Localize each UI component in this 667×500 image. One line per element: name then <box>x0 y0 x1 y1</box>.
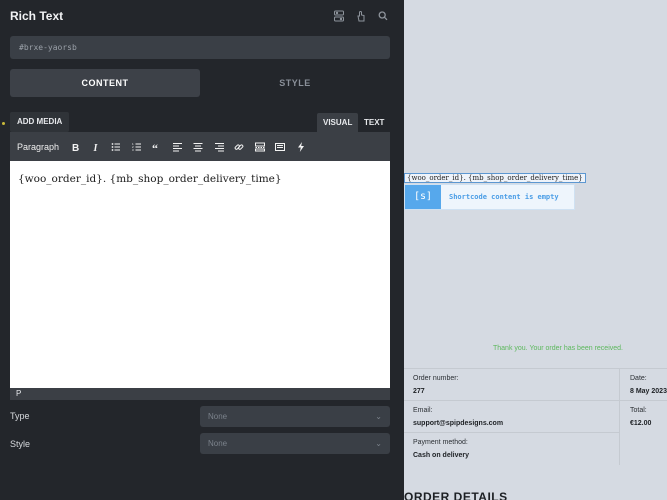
tab-content[interactable]: CONTENT <box>10 69 200 97</box>
svg-text:3: 3 <box>132 148 134 152</box>
shortcode-icon: [s] <box>405 185 441 209</box>
italic-icon[interactable]: I <box>86 138 107 156</box>
order-number-value: 277 <box>413 388 425 395</box>
divider <box>404 400 667 401</box>
order-date-value: 8 May 2023 <box>630 388 667 395</box>
chevron-down-icon: ⌄ <box>375 439 382 448</box>
tab-style[interactable]: STYLE <box>200 69 390 97</box>
panel-title: Rich Text <box>10 9 64 23</box>
style-label: Style <box>10 439 31 449</box>
bold-icon[interactable]: B <box>65 138 86 156</box>
blockquote-icon[interactable]: “ <box>147 138 168 156</box>
toolbar-toggle-icon[interactable] <box>270 138 291 156</box>
order-email-label: Email: <box>413 407 433 414</box>
order-total: Total: €12.00 <box>630 407 651 427</box>
order-overview: Order number: 277 Date: 8 May 2023 Email… <box>404 368 667 465</box>
chevron-down-icon: ⌄ <box>375 412 382 421</box>
type-select[interactable]: None ⌄ <box>200 406 390 427</box>
read-more-icon[interactable] <box>250 138 271 156</box>
order-email: Email: support@spipdesigns.com <box>413 407 503 427</box>
rich-text-editor[interactable]: {woo_order_id}. {mb_shop_order_delivery_… <box>10 161 390 388</box>
type-select-value: None <box>208 412 228 421</box>
hand-pointer-icon[interactable] <box>356 9 366 22</box>
panel-header-icons <box>334 9 388 22</box>
unsaved-indicator-dot <box>2 122 5 125</box>
svg-text:B: B <box>72 143 79 152</box>
order-email-value: support@spipdesigns.com <box>413 420 504 427</box>
search-icon[interactable] <box>378 9 388 21</box>
align-left-icon[interactable] <box>168 138 189 156</box>
divider <box>619 368 620 465</box>
builder-panel: Rich Text #brxe-yaorsb CONTENT STYLE ADD… <box>0 0 404 500</box>
shortcode-message: Shortcode content is empty <box>449 193 559 201</box>
style-select[interactable]: None ⌄ <box>200 433 390 454</box>
link-icon[interactable] <box>229 138 250 156</box>
align-right-icon[interactable] <box>209 138 230 156</box>
style-select-value: None <box>208 439 228 448</box>
dynamic-data-icon[interactable] <box>291 138 312 156</box>
order-number-label: Order number: <box>413 375 459 382</box>
tab-visual[interactable]: VISUAL <box>317 113 359 132</box>
bullet-list-icon[interactable] <box>106 138 127 156</box>
shortcode-raw-text[interactable]: {woo_order_id}. {mb_shop_order_delivery_… <box>404 173 586 183</box>
element-id-input[interactable]: #brxe-yaorsb <box>10 36 390 59</box>
order-details-heading: ORDER DETAILS <box>404 490 508 500</box>
order-total-value: €12.00 <box>630 420 652 427</box>
order-date-label: Date: <box>630 375 647 382</box>
editor-element-path: P <box>10 388 390 400</box>
add-media-button[interactable]: ADD MEDIA <box>10 112 70 132</box>
order-number: Order number: 277 <box>413 375 459 395</box>
order-payment-method: Payment method: Cash on delivery <box>413 439 469 459</box>
tab-text[interactable]: TEXT <box>358 113 390 132</box>
svg-text:I: I <box>92 143 98 152</box>
payment-method-value: Cash on delivery <box>413 452 470 459</box>
numbered-list-icon[interactable]: 123 <box>127 138 148 156</box>
svg-text:“: “ <box>152 142 158 152</box>
order-date: Date: 8 May 2023 <box>630 375 667 395</box>
format-select[interactable]: Paragraph <box>17 142 59 152</box>
payment-method-label: Payment method: <box>413 439 468 446</box>
align-center-icon[interactable] <box>188 138 209 156</box>
editor-toolbar: Paragraph B I 123 “ <box>10 132 390 161</box>
divider <box>404 432 619 433</box>
divider <box>404 368 667 369</box>
thank-you-notice: Thank you. Your order has been received. <box>493 345 623 352</box>
order-total-label: Total: <box>630 407 647 414</box>
toggle-icon[interactable] <box>334 9 344 22</box>
type-label: Type <box>10 411 30 421</box>
shortcode-placeholder: [s] Shortcode content is empty <box>404 184 575 210</box>
